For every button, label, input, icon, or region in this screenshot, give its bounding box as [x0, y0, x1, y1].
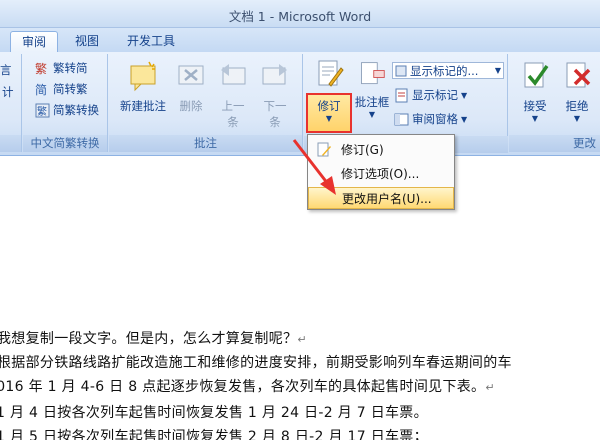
new-comment-label: 新建批注: [120, 99, 166, 113]
review-pane-icon: [394, 113, 409, 125]
delete-comment-label: 删除: [179, 99, 203, 113]
partial-button-1[interactable]: 言: [0, 62, 12, 78]
doc-line-3[interactable]: 2016 年 1 月 4-6 日 8 点起逐步恢复发售，各次列车的具体起售时间见…: [0, 376, 495, 396]
balloons-button[interactable]: 批注框 ▼: [354, 60, 390, 119]
accept-button[interactable]: 接受 ▼: [515, 60, 555, 123]
window-title: 文档 1 - Microsoft Word: [228, 9, 372, 24]
review-pane-button[interactable]: 审阅窗格 ▼: [394, 111, 467, 127]
markup-combo-value: 显示标记的...: [410, 63, 479, 78]
menu-item-label: 更改用户名(U)...: [342, 192, 432, 206]
svg-text:繁: 繁: [35, 61, 47, 76]
title-bar: 文档 1 - Microsoft Word: [0, 0, 600, 28]
menu-item-track-changes[interactable]: 修订(G): [308, 139, 454, 161]
tab-review[interactable]: 审阅: [10, 31, 59, 52]
doc-line-3-text: 2016 年 1 月 4-6 日 8 点起逐步恢复发售，各次列车的具体起售时间见…: [0, 379, 486, 395]
next-comment-label-bottom: 条: [269, 115, 281, 129]
doc-line-2[interactable]: 根据部分铁路线路扩能改造施工和维修的进度安排，前期受影响列车春运期间的车: [0, 352, 512, 372]
doc-line-5[interactable]: 1 月 5 日按各次列车起售时间恢复发售 2 月 8 日-2 月 17 日车票；: [0, 426, 428, 440]
balloons-arrow-icon: ▼: [368, 110, 376, 119]
paragraph-mark: ↵: [297, 333, 307, 346]
tab-developer[interactable]: 开发工具: [116, 31, 186, 52]
group-label-chinese-convert: 中文简繁转换: [23, 135, 107, 152]
balloons-label: 批注框: [354, 95, 390, 109]
track-changes-label: 修订: [317, 99, 341, 113]
new-comment-icon: [130, 61, 156, 92]
simp-to-trad-button[interactable]: 简 简转繁: [35, 81, 88, 97]
prev-comment-label-bottom: 条: [227, 115, 239, 129]
track-changes-button[interactable]: [306, 58, 352, 96]
trad-to-simp-button[interactable]: 繁 繁转简: [35, 60, 88, 76]
review-pane-arrow-icon: ▼: [461, 114, 468, 124]
menu-item-track-options[interactable]: 修订选项(O)...: [308, 163, 454, 185]
trad-to-simp-icon: 繁: [35, 61, 47, 76]
prev-comment-icon: [221, 64, 246, 85]
delete-comment-icon: [178, 65, 204, 85]
doc-line-1[interactable]: 我想复制一段文字。但是内，怎么才算复制呢？↵: [0, 328, 307, 348]
markup-combo-icon: [395, 65, 407, 76]
group-chinese-convert: 繁 繁转简 简 简转繁 繁 简繁转换 中文简繁转换: [23, 54, 108, 152]
simp-to-trad-icon: 简: [35, 83, 47, 97]
reject-arrow-icon: ▼: [573, 114, 581, 123]
prev-comment-button[interactable]: 上一 条: [211, 60, 255, 130]
reject-button[interactable]: 拒绝 ▼: [557, 60, 597, 123]
new-comment-button[interactable]: 新建批注: [115, 60, 171, 114]
group-comments: 新建批注 删除 上一 条 下一 条 批注: [109, 54, 303, 152]
next-comment-icon: [262, 64, 287, 85]
track-changes-arrow-icon: ▼: [325, 114, 333, 123]
menu-item-change-username[interactable]: 更改用户名(U)...: [308, 187, 454, 209]
group-label-changes: 更改: [509, 135, 600, 152]
doc-line-4[interactable]: 1 月 4 日按各次列车起售时间恢复发售 1 月 24 日-2 月 7 日车票。: [0, 402, 428, 422]
accept-arrow-icon: ▼: [531, 114, 539, 123]
partial-button-2[interactable]: 计: [2, 84, 14, 100]
track-changes-menu-icon: [317, 142, 331, 157]
doc-line-1-text: 我想复制一段文字。但是内，怎么才算复制呢？: [0, 331, 298, 347]
ribbon-tab-row: 审阅 视图 开发工具: [0, 28, 600, 52]
show-markup-arrow-icon: ▼: [461, 90, 468, 100]
show-markup-button[interactable]: 显示标记 ▼: [394, 87, 467, 103]
combo-arrow-icon: ▼: [494, 66, 501, 75]
convert-icon: 繁: [35, 103, 50, 118]
show-markup-icon: [395, 88, 408, 102]
group-changes: 接受 ▼ 拒绝 ▼ 更改: [509, 54, 600, 152]
svg-text:繁: 繁: [37, 105, 47, 118]
menu-item-label: 修订(G): [341, 143, 384, 157]
document-area[interactable]: 我想复制一段文字。但是内，怎么才算复制呢？↵ 根据部分铁路线路扩能改造施工和维修…: [0, 156, 600, 440]
prev-comment-label-top: 上一: [221, 99, 245, 113]
convert-label: 简繁转换: [53, 103, 99, 117]
review-pane-label: 审阅窗格: [412, 112, 458, 126]
show-markup-label: 显示标记: [412, 88, 458, 102]
track-changes-dropdown[interactable]: 修订 ▼: [306, 93, 352, 133]
next-comment-label-top: 下一: [263, 99, 287, 113]
balloons-icon: [361, 62, 385, 85]
delete-comment-button[interactable]: 删除: [171, 60, 211, 114]
reject-icon: [566, 62, 591, 88]
track-changes-menu: 修订(G) 修订选项(O)... 更改用户名(U)...: [307, 134, 455, 210]
simp-to-trad-label: 简转繁: [53, 82, 88, 96]
convert-button[interactable]: 繁 简繁转换: [35, 102, 99, 118]
group-label-comments: 批注: [109, 135, 302, 152]
track-changes-icon: [318, 60, 344, 87]
tab-view[interactable]: 视图: [64, 31, 110, 52]
markup-display-combo[interactable]: 显示标记的... ▼: [392, 62, 504, 79]
menu-item-label: 修订选项(O)...: [341, 167, 420, 181]
ribbon: 言 计 繁 繁转简 简 简转繁 繁 简繁转换 中文简繁转换 新建批注 删除 上一…: [0, 52, 600, 156]
accept-label: 接受: [523, 99, 547, 113]
reject-label: 拒绝: [565, 99, 589, 113]
group-partial-left: 言 计: [0, 54, 22, 152]
svg-text:简: 简: [35, 83, 47, 97]
accept-icon: [524, 62, 549, 88]
paragraph-mark: ↵: [485, 381, 495, 394]
trad-to-simp-label: 繁转简: [53, 61, 88, 75]
next-comment-button[interactable]: 下一 条: [253, 60, 297, 130]
